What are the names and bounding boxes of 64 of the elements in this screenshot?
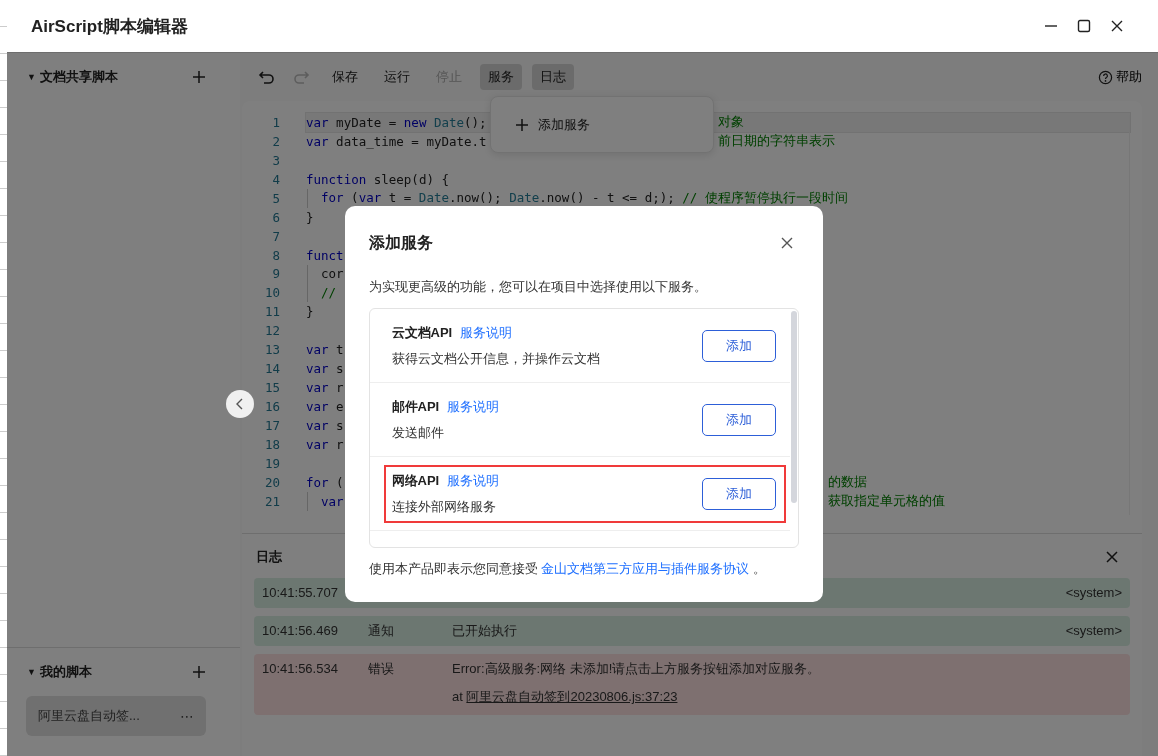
service-name: 云文档API bbox=[391, 323, 453, 342]
code-line: for ( bbox=[306, 474, 344, 490]
dialog-description: 为实现更高级的功能，您可以在项目中选择使用以下服务。 bbox=[368, 278, 708, 296]
line-number: 16 bbox=[263, 399, 280, 415]
line-number: 9 bbox=[271, 266, 280, 282]
code-line: // bbox=[321, 285, 337, 301]
code-line: funct bbox=[306, 247, 344, 263]
log-type: 错误 bbox=[368, 661, 394, 676]
code-line: var s bbox=[306, 361, 344, 377]
code-line: } bbox=[306, 209, 314, 225]
line-number: 6 bbox=[271, 209, 280, 225]
service-name: 网络API bbox=[391, 471, 440, 490]
code-line: function sleep(d) { bbox=[306, 171, 449, 187]
line-number: 20 bbox=[263, 474, 280, 490]
line-number: 7 bbox=[271, 228, 280, 244]
line-number: 5 bbox=[271, 190, 280, 206]
code-comment: 前日期的字符串表示 bbox=[718, 132, 835, 151]
panel-title: 日志 bbox=[256, 548, 282, 566]
code-line: var e bbox=[306, 399, 344, 415]
code-line: var r bbox=[306, 380, 344, 396]
log-time: 10:41:55.707 bbox=[262, 585, 339, 601]
service-description: 发送邮件 bbox=[391, 423, 445, 442]
code-line: var data_time = myDate.t bbox=[306, 133, 487, 149]
line-number: 21 bbox=[263, 493, 280, 509]
line-number: 3 bbox=[271, 152, 280, 168]
log-type: 通知 bbox=[368, 623, 394, 638]
line-number: 1 bbox=[271, 114, 280, 130]
log-source: <system> bbox=[1065, 623, 1122, 639]
service-name: 邮件API bbox=[391, 397, 440, 416]
dialog-title: 添加服务 bbox=[368, 232, 433, 253]
line-number: 13 bbox=[263, 342, 280, 358]
agreement-text: 使用本产品即表示您同意接受 bbox=[368, 561, 538, 576]
log-message: 已开始执行 bbox=[452, 623, 517, 638]
code-comment: 的数据 bbox=[828, 473, 867, 492]
line-number: 15 bbox=[263, 380, 280, 396]
code-line: var myDate = new Date(); bbox=[306, 114, 487, 130]
line-number: 19 bbox=[263, 455, 280, 471]
service-description: 连接外部网络服务 bbox=[391, 497, 497, 516]
line-number: 2 bbox=[271, 133, 280, 149]
code-line: var r bbox=[306, 436, 344, 452]
line-number: 8 bbox=[271, 247, 280, 263]
code-line: for (var t = Date.now(); Date.now() - t <= d;); // 使程序暂停执行一段时间 bbox=[321, 189, 848, 207]
code-line: cor bbox=[321, 266, 344, 282]
line-number: 17 bbox=[263, 417, 280, 433]
log-time: 10:41:56.469 bbox=[262, 623, 339, 639]
code-comment: 获取指定单元格的值 bbox=[828, 492, 945, 511]
log-at: at bbox=[452, 689, 463, 704]
code-comment: 对象 bbox=[718, 113, 744, 132]
window-title: AirScript脚本编辑器 bbox=[31, 15, 188, 38]
period: 。 bbox=[752, 561, 766, 576]
log-message: Error:高级服务:网络 未添加!请点击上方服务按钮添加对应服务。 bbox=[452, 661, 821, 676]
line-number: 14 bbox=[263, 361, 280, 377]
log-time: 10:41:56.534 bbox=[262, 661, 339, 677]
code-line: var s bbox=[306, 417, 344, 433]
line-number: 11 bbox=[263, 304, 280, 320]
line-number: 18 bbox=[263, 436, 280, 452]
line-number: 10 bbox=[263, 285, 280, 301]
line-number: 12 bbox=[263, 323, 280, 339]
log-source: <system> bbox=[1065, 585, 1122, 601]
service-description: 获得云文档公开信息，并操作云文档 bbox=[391, 349, 601, 368]
code-line: } bbox=[306, 304, 314, 320]
line-number: 4 bbox=[271, 171, 280, 187]
code-line: var t bbox=[306, 342, 344, 358]
code-line: var bbox=[321, 493, 344, 509]
